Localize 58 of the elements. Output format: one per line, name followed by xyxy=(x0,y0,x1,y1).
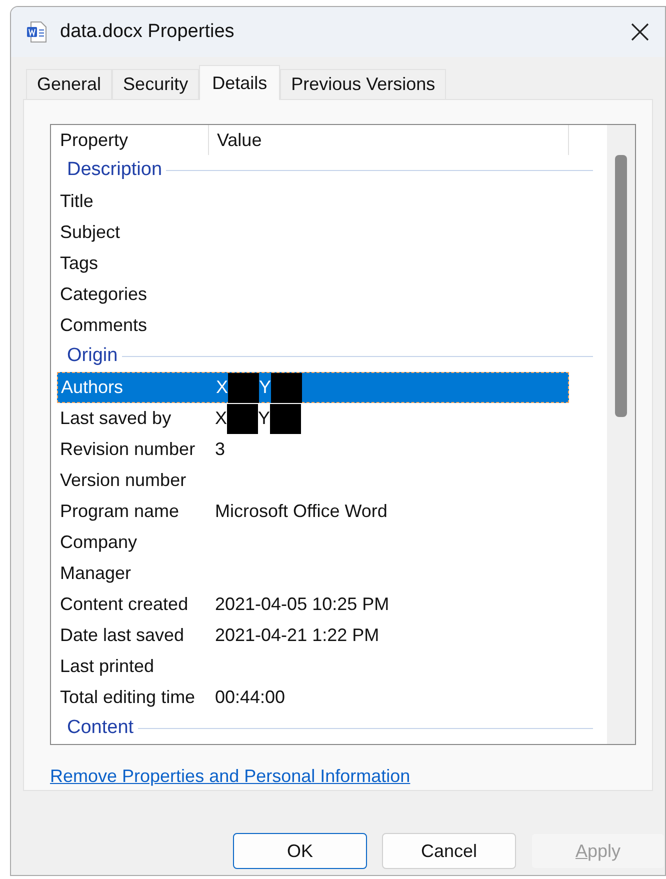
property-row[interactable]: Company xyxy=(57,527,569,558)
group-header: Description xyxy=(67,158,162,182)
property-name: Company xyxy=(59,531,138,554)
property-row[interactable]: Total editing time 00:44:00 xyxy=(57,682,569,713)
dialog-button[interactable]: OK xyxy=(233,833,367,869)
property-name: Content created xyxy=(59,593,190,616)
property-name: Last printed xyxy=(59,655,156,678)
property-name: Total editing time xyxy=(59,686,196,709)
property-value: 2021-04-05 10:25 PM xyxy=(215,593,390,616)
property-name: Last saved by xyxy=(59,407,172,430)
property-row[interactable]: Subject xyxy=(57,217,569,248)
property-value: 3 xyxy=(215,438,226,461)
property-row[interactable]: Manager xyxy=(57,558,569,589)
property-value: 2021-04-21 1:22 PM xyxy=(215,624,380,647)
dialog-button[interactable]: Cancel xyxy=(382,833,516,869)
property-row[interactable]: Authors X Y xyxy=(57,372,569,403)
property-row[interactable]: Title xyxy=(57,186,569,217)
property-name: Title xyxy=(59,190,94,213)
property-row[interactable]: Program name Microsoft Office Word xyxy=(57,496,569,527)
scrollbar[interactable] xyxy=(607,125,635,744)
property-row[interactable]: Revision number 3 xyxy=(57,434,569,465)
property-name: Revision number xyxy=(59,438,196,461)
group-header: Content xyxy=(67,716,134,740)
close-icon xyxy=(630,22,650,42)
property-name: Subject xyxy=(59,221,122,244)
property-name: Categories xyxy=(59,283,148,306)
document-icon xyxy=(26,21,48,43)
property-value: X xyxy=(216,376,228,399)
property-name: Version number xyxy=(59,469,188,492)
property-name: Manager xyxy=(59,562,132,585)
property-row[interactable]: Categories xyxy=(57,279,569,310)
property-name: Program name xyxy=(59,500,180,523)
property-value: X xyxy=(215,407,228,430)
property-name: Date last saved xyxy=(59,624,186,647)
property-row[interactable]: Date last saved 2021-04-21 1:22 PM xyxy=(57,620,569,651)
property-row[interactable]: Tags xyxy=(57,248,569,279)
property-row[interactable]: Version number xyxy=(57,465,569,496)
tab[interactable]: Previous Versions xyxy=(280,69,446,99)
property-value: Y xyxy=(259,376,272,399)
property-value: Microsoft Office Word xyxy=(215,500,388,523)
property-row[interactable]: Last saved by X Y xyxy=(57,403,569,434)
property-row[interactable]: Content created 2021-04-05 10:25 PM xyxy=(57,589,569,620)
property-name: Comments xyxy=(59,314,148,337)
property-value: 00:44:00 xyxy=(215,686,286,709)
property-row[interactable]: Comments xyxy=(57,310,569,341)
group-header: Origin xyxy=(67,344,118,368)
window-title: data.docx Properties xyxy=(60,20,234,44)
tab[interactable]: Security xyxy=(112,69,200,99)
scrollbar-thumb[interactable] xyxy=(615,155,627,417)
column-header[interactable]: Property xyxy=(51,125,209,155)
property-name: Tags xyxy=(59,252,100,275)
remove-properties-link[interactable]: Remove Properties and Personal Information xyxy=(50,766,410,786)
tab[interactable]: Details xyxy=(199,65,280,100)
property-value: Y xyxy=(258,407,270,430)
tab[interactable]: General xyxy=(26,69,112,99)
column-header[interactable]: Value xyxy=(209,125,569,155)
property-row[interactable]: Last printed xyxy=(57,651,569,682)
property-name: Authors xyxy=(60,376,124,399)
